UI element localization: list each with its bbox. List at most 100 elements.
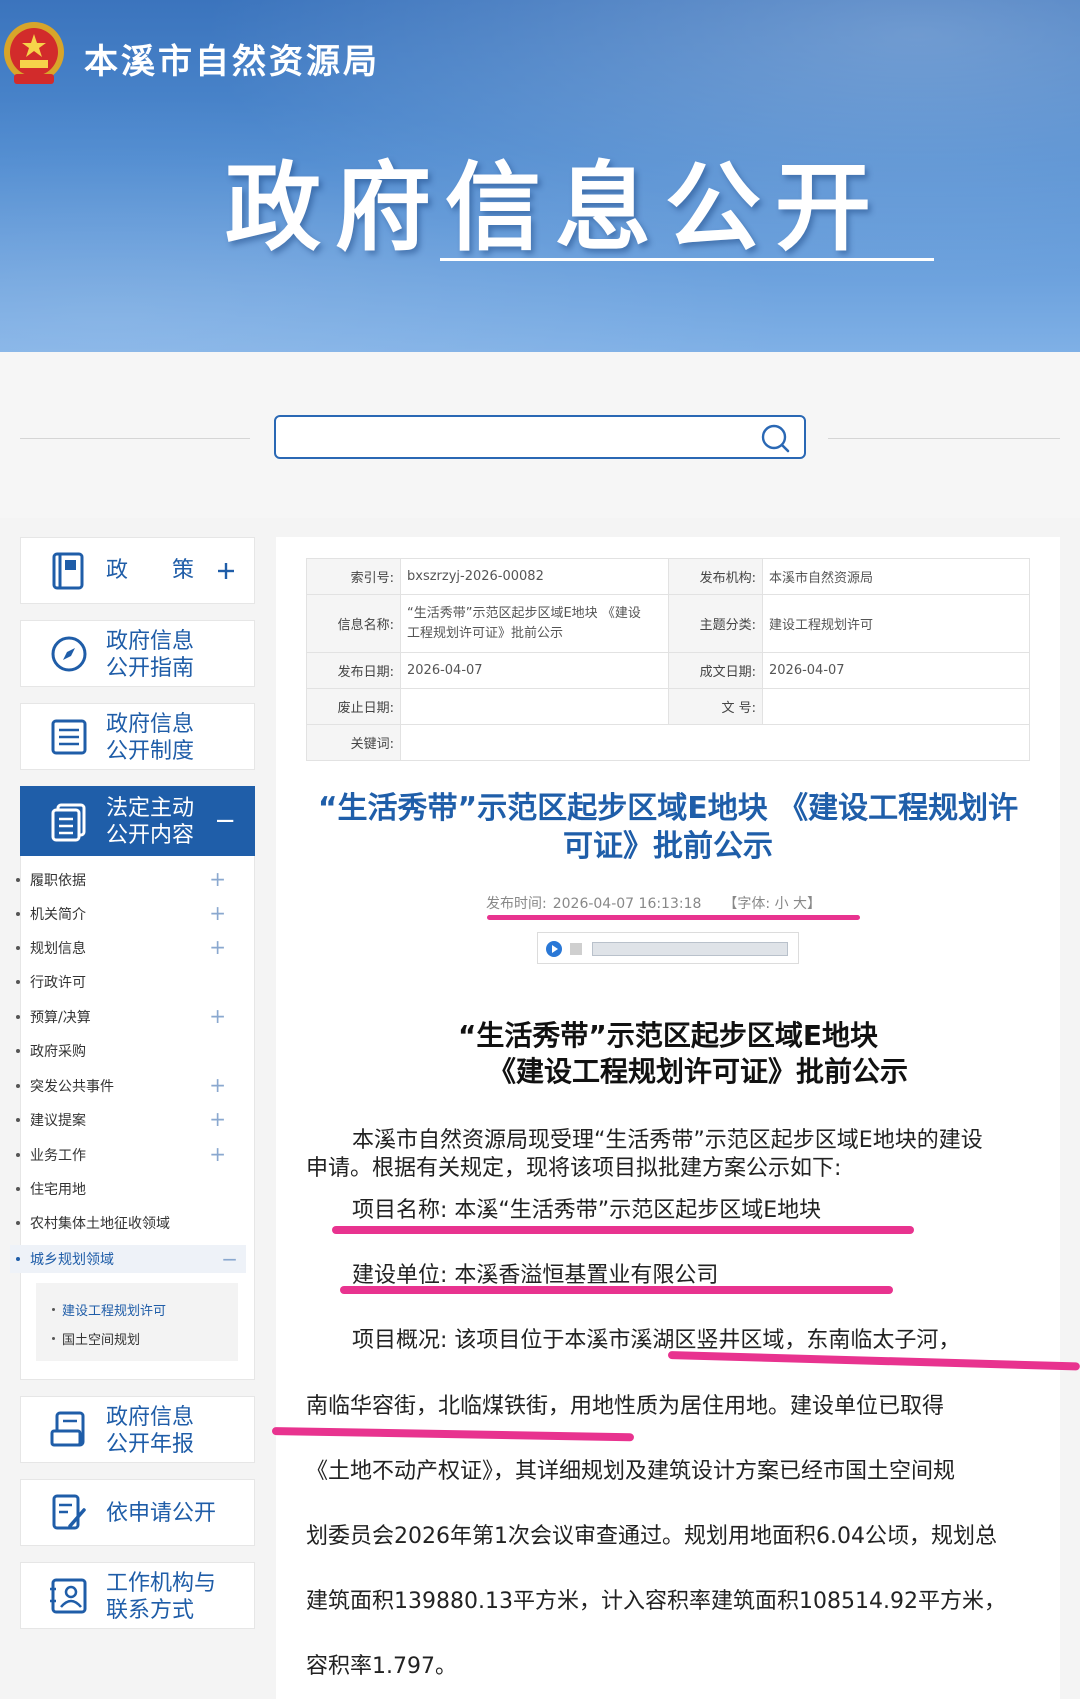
audio-progress-bar[interactable] — [592, 942, 788, 956]
meta-info-name-line1: “生活秀带”示范区起步区域E地块 《建设 — [407, 605, 641, 621]
sidebar-item-label-2: 公开制度 — [106, 739, 195, 764]
meta-info-name-line2: 工程规划许可证》批前公示 — [407, 625, 564, 641]
sidebar-item-label-2: 公开内容 — [106, 823, 195, 848]
pub-time-value: 2026-04-07 16:13:18 — [552, 896, 702, 912]
overview-line: 《土地不动产权证》，其详细规划及建筑设计方案已经市国土空间规 — [306, 1459, 956, 1484]
body-title: “生活秀带”示范区起步区域E地块 《建设工程规划许可证》批前公示 — [306, 1018, 1030, 1090]
meta-expire-value — [400, 688, 669, 725]
sidebar-item-label: 法定主动 — [106, 796, 195, 821]
highlight-underline — [487, 915, 860, 920]
meta-label: 发布机构: — [668, 558, 763, 595]
pub-time-label: 发布时间: — [486, 896, 547, 912]
hero-title: 政府信息公开 — [225, 151, 885, 264]
highlight-underline — [332, 1226, 914, 1234]
sidebar-subitem-intro[interactable]: 机关简介 + — [16, 902, 226, 926]
sidebar-subitem-planning-info[interactable]: 规划信息 + — [16, 936, 226, 960]
header-banner: 本溪市自然资源局 政府信息公开 — [0, 0, 1080, 352]
meta-doc-date-value: 2026-04-07 — [762, 652, 1030, 689]
meta-doc-no-value — [762, 688, 1030, 725]
edit-doc-icon — [52, 1494, 86, 1530]
search-divider-right — [828, 438, 1060, 439]
paragraph-line: 申请。根据有关规定，现将该项目拟批建方案公示如下: — [306, 1156, 842, 1181]
meta-table: 索引号: bxszrzyj-2026-00082 发布机构: 本溪市自然资源局 … — [306, 558, 1030, 761]
contact-card-icon — [50, 1578, 87, 1614]
expand-plus-icon[interactable]: + — [209, 1109, 226, 1129]
meta-keywords-value — [400, 724, 1030, 761]
sidebar-item-application[interactable]: 依申请公开 — [20, 1479, 255, 1546]
meta-label: 关键词: — [306, 724, 401, 761]
sidebar-subitem-procurement[interactable]: 政府采购 — [16, 1039, 226, 1063]
search-divider-left — [20, 438, 250, 439]
expand-plus-icon[interactable]: + — [209, 1006, 226, 1026]
meta-pub-date-value: 2026-04-07 — [400, 652, 669, 689]
org-name[interactable]: 本溪市自然资源局 — [84, 34, 380, 83]
meta-topic-value: 建设工程规划许可 — [762, 594, 1030, 653]
meta-label: 成文日期: — [668, 652, 763, 689]
policy-book-icon — [52, 552, 84, 590]
sidebar-subitem-urban-planning[interactable]: 城乡规划领域 − — [10, 1245, 246, 1273]
sidebar-subitem-land-expropriation[interactable]: 农村集体土地征收领域 — [16, 1211, 226, 1235]
search-box[interactable] — [274, 415, 806, 459]
search-input[interactable] — [290, 417, 750, 457]
sidebar-item-system[interactable]: 政府信息 公开制度 — [20, 703, 255, 770]
collapse-minus-icon[interactable]: − — [221, 1249, 238, 1269]
sidebar-item-label-2: 公开年报 — [106, 1432, 195, 1457]
list-doc-icon — [51, 719, 87, 755]
meta-index-value: bxszrzyj-2026-00082 — [400, 558, 669, 595]
meta-label: 废止日期: — [306, 688, 401, 725]
sidebar-item-label: 依申请公开 — [106, 1501, 217, 1526]
project-name-line: 项目名称: 本溪“生活秀带”示范区起步区域E地块 — [352, 1198, 822, 1223]
sidebar-item-contact[interactable]: 工作机构与 联系方式 — [20, 1562, 255, 1629]
sidebar-item-statutory[interactable]: 法定主动 公开内容 − — [20, 786, 255, 856]
sidebar-subitem-duties[interactable]: 履职依据 + — [16, 868, 226, 892]
meta-info-name-value: “生活秀带”示范区起步区域E地块 《建设 工程规划许可证》批前公示 — [400, 594, 669, 653]
play-icon[interactable] — [546, 941, 562, 957]
sidebar-item-guide[interactable]: 政府信息 公开指南 — [20, 620, 255, 687]
overview-line: 项目概况: 该项目位于本溪市溪湖区竖井区域，东南临太子河， — [352, 1328, 961, 1353]
national-emblem-icon — [4, 22, 64, 84]
meta-publisher-value: 本溪市自然资源局 — [762, 558, 1030, 595]
sidebar-item-label: 工作机构与 — [106, 1571, 217, 1596]
audio-player[interactable] — [537, 932, 799, 964]
expand-plus-icon[interactable]: + — [209, 869, 226, 889]
meta-label: 文 号: — [668, 688, 763, 725]
highlight-underline — [340, 1286, 893, 1294]
builder-line: 建设单位: 本溪香溢恒基置业有限公司 — [352, 1263, 719, 1288]
sidebar-subitem-business[interactable]: 业务工作 + — [16, 1143, 226, 1167]
sidebar-item-annual-report[interactable]: 政府信息 公开年报 — [20, 1396, 255, 1463]
expand-plus-icon[interactable]: + — [209, 1144, 226, 1164]
sidebar-item-label-2: 联系方式 — [106, 1598, 195, 1623]
meta-label: 信息名称: — [306, 594, 401, 653]
sidebar-item-label: 政府信息 — [106, 712, 195, 737]
expand-plus-icon[interactable]: + — [209, 1075, 226, 1095]
docs-stack-icon — [51, 803, 86, 842]
font-size-control[interactable]: 【字体: 小 大】 — [723, 896, 821, 912]
article-title-line2: 可证》批前公示 — [563, 829, 773, 864]
report-icon — [50, 1411, 85, 1447]
body-title-line1: “生活秀带”示范区起步区域E地块 — [458, 1019, 878, 1052]
sidebar-subitem-residential-land[interactable]: 住宅用地 — [16, 1177, 226, 1201]
sidebar-item-policy[interactable]: 政 策 — [20, 537, 255, 604]
meta-label: 索引号: — [306, 558, 401, 595]
expand-plus-icon[interactable] — [216, 561, 236, 581]
article-title: “生活秀带”示范区起步区域E地块 《建设工程规划许 可证》批前公示 — [306, 790, 1030, 866]
sidebar-subitem-admin-permit[interactable]: 行政许可 — [16, 970, 226, 994]
hero-underline — [440, 258, 934, 261]
overview-line: 建筑面积139880.13平方米，计入容积率建筑面积108514.92平方米， — [306, 1589, 1006, 1614]
sidebar-subitem-budget[interactable]: 预算/决算 + — [16, 1005, 226, 1029]
stop-icon[interactable] — [570, 943, 582, 955]
overview-line: 容积率1.797。 — [306, 1654, 457, 1679]
search-icon[interactable] — [760, 423, 790, 453]
expand-plus-icon[interactable]: + — [209, 937, 226, 957]
meta-label: 主题分类: — [668, 594, 763, 653]
publish-meta: 发布时间: 2026-04-07 16:13:18 【字体: 小 大】 — [486, 893, 866, 913]
sidebar-nested-list: 建设工程规划许可 国土空间规划 — [36, 1283, 238, 1361]
collapse-minus-icon[interactable]: − — [214, 808, 236, 834]
overview-line: 划委员会2026年第1次会议审查通过。规划用地面积6.04公顷，规划总 — [306, 1524, 997, 1549]
sidebar-item-label: 政 策 — [106, 558, 195, 583]
sidebar-subitem-emergency[interactable]: 突发公共事件 + — [16, 1074, 226, 1098]
expand-plus-icon[interactable]: + — [209, 903, 226, 923]
compass-icon — [51, 636, 87, 672]
sidebar-subitem-proposals[interactable]: 建议提案 + — [16, 1108, 226, 1132]
meta-label: 发布日期: — [306, 652, 401, 689]
